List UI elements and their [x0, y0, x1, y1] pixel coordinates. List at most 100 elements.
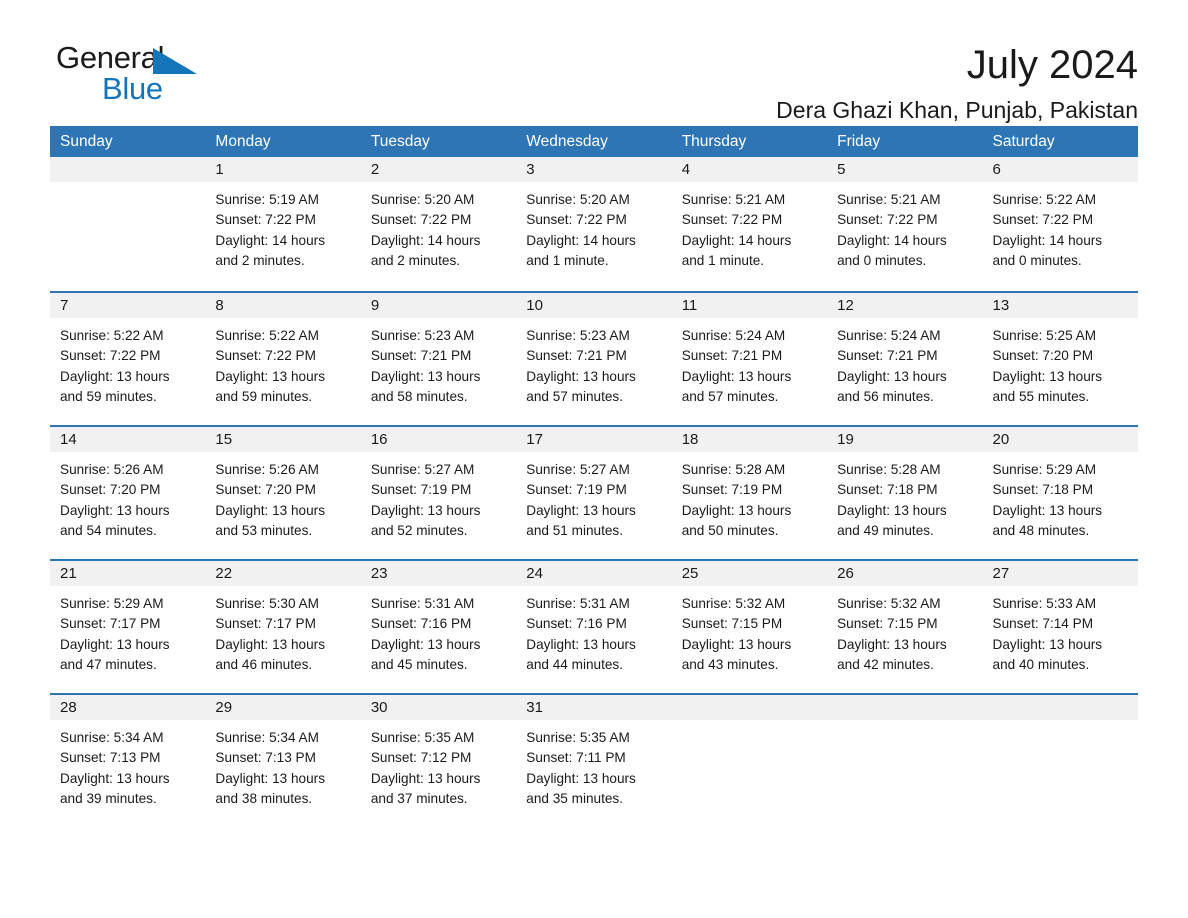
sunset-text: Sunset: 7:20 PM [215, 482, 316, 498]
day-details: Sunrise: 5:31 AM Sunset: 7:16 PM Daylight:… [516, 586, 671, 675]
sunrise-text: Sunrise: 5:21 AM [681, 192, 786, 207]
weekday-header-row: Sunday Monday Tuesday Wednesday Thursday… [50, 126, 1138, 157]
calendar-day-cell[interactable]: 16 Sunrise: 5:27 AM Sunset: 7:19 PM Dayligh… [360, 427, 517, 559]
day-number: 2 [360, 157, 517, 182]
calendar-day-cell[interactable]: 29 Sunrise: 5:34 AM Sunset: 7:13 PM Dayligh… [205, 695, 361, 813]
sunset-text: Sunset: 7:16 PM [526, 616, 627, 632]
calendar-day-cell[interactable]: 23 Sunrise: 5:31 AM Sunset: 7:16 PM Dayligh… [360, 561, 517, 693]
calendar-day-cell[interactable]: 26 Sunrise: 5:32 AM Sunset: 7:15 PM Dayligh… [827, 561, 983, 693]
calendar-day-cell[interactable]: 31 Sunrise: 5:35 AM Sunset: 7:11 PM Dayligh… [516, 695, 672, 813]
calendar-day-cell[interactable]: 7 Sunrise: 5:22 AM Sunset: 7:22 PM Daylight… [50, 293, 206, 425]
sunrise-text: Sunrise: 5:28 AM [837, 462, 941, 477]
daylight-text-line2: and 35 minutes. [526, 790, 623, 806]
calendar-day-cell-empty [982, 695, 1138, 813]
calendar-day-cell[interactable]: 21 Sunrise: 5:29 AM Sunset: 7:17 PM Dayligh… [50, 561, 206, 693]
sunset-text: Sunset: 7:21 PM [526, 348, 627, 364]
daylight-text-line2: and 53 minutes. [215, 522, 313, 538]
day-details: Sunrise: 5:23 AM Sunset: 7:21 PM Daylight:… [361, 318, 516, 407]
calendar-day-cell[interactable]: 27 Sunrise: 5:33 AM Sunset: 7:14 PM Dayligh… [982, 561, 1138, 693]
calendar-week-row: 14 Sunrise: 5:26 AM Sunset: 7:20 PM Dayligh… [50, 425, 1138, 559]
daylight-text-line2: and 44 minutes. [526, 656, 623, 672]
day-number: 13 [982, 293, 1138, 318]
calendar-day-cell[interactable]: 28 Sunrise: 5:34 AM Sunset: 7:13 PM Dayligh… [50, 695, 206, 813]
calendar-day-cell[interactable]: 15 Sunrise: 5:26 AM Sunset: 7:20 PM Dayligh… [205, 427, 361, 559]
daylight-text-line1: Daylight: 14 hours [837, 232, 947, 248]
calendar-day-cell[interactable]: 12 Sunrise: 5:24 AM Sunset: 7:21 PM Dayligh… [827, 293, 983, 425]
calendar-day-cell[interactable]: 5 Sunrise: 5:21 AM Sunset: 7:22 PM Daylight… [827, 157, 983, 291]
calendar-day-cell[interactable]: 11 Sunrise: 5:24 AM Sunset: 7:21 PM Dayligh… [671, 293, 828, 425]
daylight-text-line2: and 42 minutes. [837, 656, 934, 672]
daylight-text-line1: Daylight: 14 hours [215, 232, 325, 248]
day-details: Sunrise: 5:29 AM Sunset: 7:17 PM Daylight:… [50, 586, 205, 675]
day-number: 21 [50, 561, 206, 586]
day-details: Sunrise: 5:22 AM Sunset: 7:22 PM Daylight:… [983, 182, 1138, 271]
calendar-day-cell[interactable]: 9 Sunrise: 5:23 AM Sunset: 7:21 PM Daylight… [360, 293, 517, 425]
calendar-day-cell[interactable]: 10 Sunrise: 5:23 AM Sunset: 7:21 PM Dayligh… [516, 293, 672, 425]
day-number: 9 [360, 293, 517, 318]
calendar-day-cell[interactable]: 2 Sunrise: 5:20 AM Sunset: 7:22 PM Daylight… [360, 157, 517, 291]
calendar-day-cell[interactable]: 18 Sunrise: 5:28 AM Sunset: 7:19 PM Dayligh… [671, 427, 828, 559]
day-details: Sunrise: 5:34 AM Sunset: 7:13 PM Daylight:… [50, 720, 205, 809]
calendar-day-cell[interactable]: 4 Sunrise: 5:21 AM Sunset: 7:22 PM Daylight… [671, 157, 828, 291]
daylight-text-line2: and 39 minutes. [60, 790, 157, 806]
daylight-text-line1: Daylight: 14 hours [526, 232, 636, 248]
sunset-text: Sunset: 7:15 PM [837, 616, 938, 632]
daylight-text-line1: Daylight: 13 hours [215, 636, 325, 652]
calendar-day-cell[interactable]: 22 Sunrise: 5:30 AM Sunset: 7:17 PM Dayligh… [205, 561, 361, 693]
day-details: Sunrise: 5:24 AM Sunset: 7:21 PM Daylight:… [672, 318, 827, 407]
daylight-text-line1: Daylight: 13 hours [837, 636, 947, 652]
daylight-text-line2: and 49 minutes. [837, 522, 934, 538]
sunset-text: Sunset: 7:12 PM [370, 750, 472, 766]
daylight-text-line1: Daylight: 14 hours [992, 232, 1103, 248]
daylight-text-line2: and 56 minutes. [837, 388, 934, 404]
sunrise-text: Sunrise: 5:25 AM [992, 328, 1097, 343]
calendar-day-cell[interactable]: 13 Sunrise: 5:25 AM Sunset: 7:20 PM Dayligh… [982, 293, 1138, 425]
sunset-text: Sunset: 7:20 PM [992, 348, 1094, 364]
sunset-text: Sunset: 7:11 PM [526, 750, 626, 766]
day-number: 24 [516, 561, 672, 586]
daylight-text-line1: Daylight: 13 hours [370, 368, 481, 384]
daylight-text-line1: Daylight: 13 hours [60, 770, 170, 786]
calendar-day-cell[interactable]: 3 Sunrise: 5:20 AM Sunset: 7:22 PM Daylight… [516, 157, 672, 291]
daylight-text-line1: Daylight: 13 hours [992, 368, 1103, 384]
day-number [50, 157, 206, 182]
sunset-text: Sunset: 7:17 PM [60, 616, 161, 632]
daylight-text-line2: and 40 minutes. [992, 656, 1090, 672]
daylight-text-line2: and 47 minutes. [60, 656, 157, 672]
calendar-day-cell[interactable]: 19 Sunrise: 5:28 AM Sunset: 7:18 PM Dayligh… [827, 427, 983, 559]
calendar-day-cell[interactable]: 8 Sunrise: 5:22 AM Sunset: 7:22 PM Daylight… [205, 293, 361, 425]
calendar-day-cell[interactable]: 6 Sunrise: 5:22 AM Sunset: 7:22 PM Daylight… [982, 157, 1138, 291]
day-details: Sunrise: 5:35 AM Sunset: 7:12 PM Daylight:… [361, 720, 516, 809]
calendar-day-cell[interactable]: 1 Sunrise: 5:19 AM Sunset: 7:22 PM Daylight… [205, 157, 361, 291]
sunset-text: Sunset: 7:18 PM [992, 482, 1094, 498]
daylight-text-line1: Daylight: 13 hours [370, 636, 481, 652]
sunrise-text: Sunrise: 5:32 AM [681, 596, 786, 611]
day-number: 14 [50, 427, 206, 452]
calendar-day-cell[interactable]: 20 Sunrise: 5:29 AM Sunset: 7:18 PM Dayligh… [982, 427, 1138, 559]
daylight-text-line2: and 0 minutes. [837, 252, 927, 268]
weekday-header-tuesday: Tuesday [370, 133, 430, 150]
day-details: Sunrise: 5:23 AM Sunset: 7:21 PM Daylight:… [516, 318, 671, 407]
calendar-week-row: 21 Sunrise: 5:29 AM Sunset: 7:17 PM Dayligh… [50, 559, 1138, 693]
day-number: 22 [205, 561, 361, 586]
daylight-text-line1: Daylight: 13 hours [60, 368, 170, 384]
sunrise-text: Sunrise: 5:24 AM [681, 328, 786, 343]
day-details: Sunrise: 5:20 AM Sunset: 7:22 PM Daylight:… [361, 182, 516, 271]
calendar-day-cell[interactable]: 17 Sunrise: 5:27 AM Sunset: 7:19 PM Dayligh… [516, 427, 672, 559]
calendar-day-cell[interactable]: 30 Sunrise: 5:35 AM Sunset: 7:12 PM Dayligh… [360, 695, 517, 813]
calendar-day-cell[interactable]: 25 Sunrise: 5:32 AM Sunset: 7:15 PM Dayligh… [671, 561, 828, 693]
day-number: 5 [827, 157, 983, 182]
logo-word-blue: Blue [102, 71, 163, 106]
sunrise-text: Sunrise: 5:22 AM [992, 192, 1097, 207]
sunrise-text: Sunrise: 5:29 AM [60, 596, 164, 611]
daylight-text-line2: and 37 minutes. [370, 790, 468, 806]
calendar-day-cell[interactable]: 14 Sunrise: 5:26 AM Sunset: 7:20 PM Dayligh… [50, 427, 206, 559]
sunset-text: Sunset: 7:21 PM [370, 348, 472, 364]
calendar-day-cell-empty [671, 695, 828, 813]
calendar-day-cell[interactable]: 24 Sunrise: 5:31 AM Sunset: 7:16 PM Dayligh… [516, 561, 672, 693]
sunrise-text: Sunrise: 5:30 AM [215, 596, 319, 611]
day-number: 8 [205, 293, 361, 318]
day-number: 20 [982, 427, 1138, 452]
daylight-text-line2: and 43 minutes. [681, 656, 779, 672]
calendar-day-cell-empty [827, 695, 983, 813]
